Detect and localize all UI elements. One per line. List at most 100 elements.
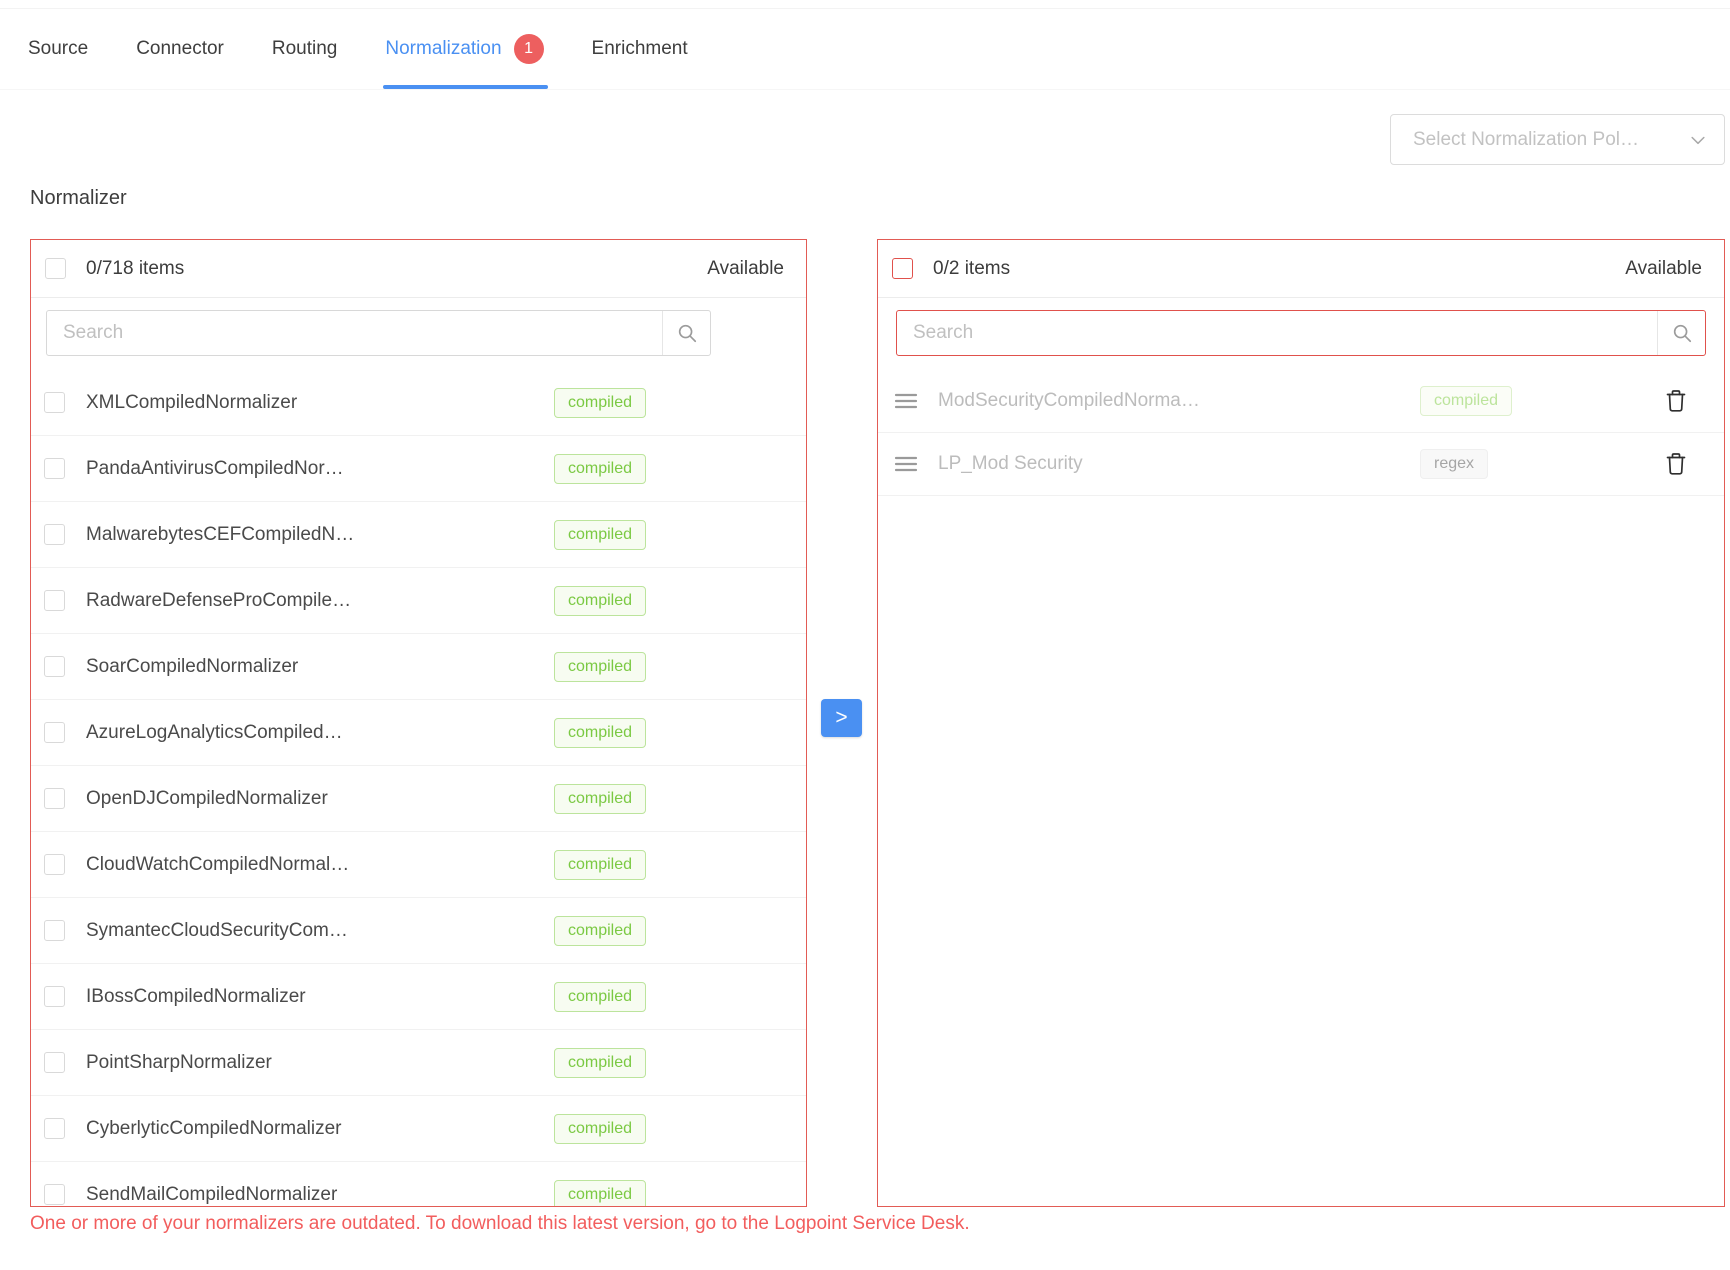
row-checkbox[interactable] [44, 788, 65, 809]
normalization-page: Source Connector Routing Normalization 1… [0, 0, 1730, 1270]
select-all-checkbox[interactable] [892, 258, 913, 279]
normalizer-name: AzureLogAnalyticsCompiled… [86, 722, 554, 744]
row-checkbox[interactable] [44, 458, 65, 479]
normalizer-name: XMLCompiledNormalizer [86, 392, 554, 414]
status-badge: compiled [554, 982, 646, 1012]
selected-normalizer-row: ModSecurityCompiledNorma… compiled [878, 370, 1724, 433]
select-all-checkbox[interactable] [45, 258, 66, 279]
normalizer-row: AzureLogAnalyticsCompiled… compiled [31, 700, 806, 766]
normalizer-name: MalwarebytesCEFCompiledN… [86, 524, 554, 546]
normalizer-row: XMLCompiledNormalizer compiled [31, 370, 806, 436]
normalizer-name: PointSharpNormalizer [86, 1052, 554, 1074]
available-label: Available [1625, 258, 1702, 280]
row-checkbox[interactable] [44, 1118, 65, 1139]
status-badge: regex [1420, 449, 1488, 479]
search-box [896, 310, 1706, 356]
normalizer-name: CyberlyticCompiledNormalizer [86, 1118, 554, 1140]
notification-badge: 1 [514, 34, 544, 64]
search-box [46, 310, 711, 356]
selected-normalizers-panel: 0/2 items Available ModSecurityCompiledN… [877, 239, 1725, 1207]
normalizer-name: SendMailCompiledNormalizer [86, 1184, 554, 1206]
status-badge: compiled [554, 520, 646, 550]
row-checkbox[interactable] [44, 590, 65, 611]
tab-label: Routing [272, 38, 338, 60]
normalizer-name: ModSecurityCompiledNorma… [938, 390, 1420, 412]
normalizer-name: SymantecCloudSecurityCom… [86, 920, 554, 942]
outdated-warning: One or more of your normalizers are outd… [30, 1213, 1725, 1235]
drag-handle-icon[interactable] [894, 454, 918, 474]
normalizer-row: RadwareDefenseProCompile… compiled [31, 568, 806, 634]
normalizer-row: PandaAntivirusCompiledNor… compiled [31, 436, 806, 502]
dropdown-placeholder: Select Normalization Pol… [1413, 129, 1688, 151]
tab-label: Enrichment [592, 38, 688, 60]
normalizer-row: MalwarebytesCEFCompiledN… compiled [31, 502, 806, 568]
tab-connector[interactable]: Connector [136, 9, 224, 89]
tab-normalization[interactable]: Normalization 1 [385, 9, 543, 89]
tab-enrichment[interactable]: Enrichment [592, 9, 688, 89]
search-area [31, 298, 806, 370]
row-checkbox[interactable] [44, 986, 65, 1007]
normalizer-row: IBossCompiledNormalizer compiled [31, 964, 806, 1030]
search-input[interactable] [47, 311, 662, 355]
row-checkbox[interactable] [44, 656, 65, 677]
status-badge: compiled [554, 916, 646, 946]
search-icon[interactable] [1657, 311, 1705, 355]
search-input[interactable] [897, 311, 1657, 355]
panel-header: 0/2 items Available [878, 240, 1724, 298]
normalizer-name: IBossCompiledNormalizer [86, 986, 554, 1008]
row-checkbox[interactable] [44, 1184, 65, 1205]
tab-label: Connector [136, 38, 224, 60]
move-right-button[interactable]: > [821, 699, 862, 737]
normalization-policy-dropdown[interactable]: Select Normalization Pol… [1390, 114, 1725, 165]
drag-handle-icon[interactable] [894, 391, 918, 411]
status-badge: compiled [554, 454, 646, 484]
status-badge: compiled [554, 586, 646, 616]
toolbar: Select Normalization Pol… [0, 90, 1730, 165]
available-label: Available [707, 258, 784, 280]
selected-normalizer-list: ModSecurityCompiledNorma… compiled LP_Mo… [878, 370, 1724, 496]
items-count: 0/718 items [86, 258, 184, 280]
normalizer-row: SymantecCloudSecurityCom… compiled [31, 898, 806, 964]
search-area [878, 298, 1724, 370]
delete-icon[interactable] [1665, 452, 1687, 476]
tab-routing[interactable]: Routing [272, 9, 338, 89]
status-badge: compiled [554, 1048, 646, 1078]
normalizer-row: CyberlyticCompiledNormalizer compiled [31, 1096, 806, 1162]
panel-header: 0/718 items Available [31, 240, 806, 298]
row-checkbox[interactable] [44, 392, 65, 413]
row-checkbox[interactable] [44, 722, 65, 743]
tab-label: Normalization [385, 38, 501, 60]
normalizer-name: PandaAntivirusCompiledNor… [86, 458, 554, 480]
normalizer-row: CloudWatchCompiledNormal… compiled [31, 832, 806, 898]
row-checkbox[interactable] [44, 920, 65, 941]
row-checkbox[interactable] [44, 524, 65, 545]
normalizer-name: RadwareDefenseProCompile… [86, 590, 554, 612]
row-checkbox[interactable] [44, 854, 65, 875]
status-badge: compiled [554, 1114, 646, 1144]
search-icon[interactable] [662, 311, 710, 355]
tab-label: Source [28, 38, 88, 60]
transfer-widget: 0/718 items Available XMLCompiledNormali… [30, 239, 1725, 1207]
tab-source[interactable]: Source [28, 9, 88, 89]
normalizer-row: SoarCompiledNormalizer compiled [31, 634, 806, 700]
tab-bar: Source Connector Routing Normalization 1… [0, 8, 1730, 90]
normalizer-name: OpenDJCompiledNormalizer [86, 788, 554, 810]
section-title: Normalizer [0, 165, 1730, 210]
status-badge: compiled [1420, 386, 1512, 416]
items-count: 0/2 items [933, 258, 1010, 280]
selected-normalizer-row: LP_Mod Security regex [878, 433, 1724, 496]
normalizer-row: OpenDJCompiledNormalizer compiled [31, 766, 806, 832]
available-normalizers-panel: 0/718 items Available XMLCompiledNormali… [30, 239, 807, 1207]
normalizer-row: SendMailCompiledNormalizer compiled [31, 1162, 806, 1207]
status-badge: compiled [554, 388, 646, 418]
status-badge: compiled [554, 784, 646, 814]
normalizer-row: PointSharpNormalizer compiled [31, 1030, 806, 1096]
status-badge: compiled [554, 1180, 646, 1208]
chevron-down-icon [1688, 130, 1708, 150]
status-badge: compiled [554, 652, 646, 682]
normalizer-name: LP_Mod Security [938, 453, 1420, 475]
row-checkbox[interactable] [44, 1052, 65, 1073]
normalizer-list: XMLCompiledNormalizer compiled PandaAnti… [31, 370, 806, 1207]
normalizer-name: SoarCompiledNormalizer [86, 656, 554, 678]
delete-icon[interactable] [1665, 389, 1687, 413]
